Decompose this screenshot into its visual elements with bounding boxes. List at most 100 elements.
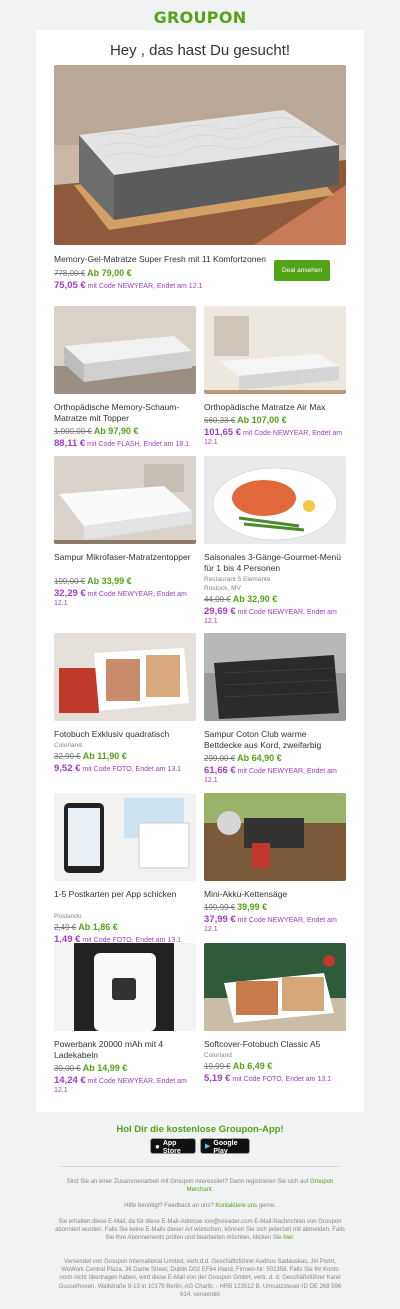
- deal-image[interactable]: [204, 793, 346, 881]
- merchant-notice: Sind Sie an einer Zusammenarbeit mit Gro…: [66, 1179, 334, 1194]
- old-price: 32,99 €: [54, 752, 81, 761]
- promo-price: 61,66 €: [204, 765, 236, 776]
- deal-image[interactable]: [54, 306, 196, 394]
- footer-divider: [60, 1166, 340, 1167]
- deal-price: 199,99 €39,99 €: [204, 902, 346, 913]
- new-price: Ab 1,86 €: [78, 922, 118, 932]
- promo-price: 101,65 €: [204, 427, 241, 438]
- email-card: Hey , das hast Du gesucht! Memory-Gel-Ma…: [36, 30, 364, 1112]
- old-price: 19,99 €: [204, 1062, 231, 1071]
- app-store-badge[interactable]: ● Download on the App Store: [150, 1136, 196, 1155]
- deal-view-button[interactable]: Deal ansehen: [274, 260, 330, 281]
- deal-image[interactable]: [54, 456, 196, 544]
- deal-promo: 61,66 € mit Code NEWYEAR, Endet am 12.1: [204, 766, 346, 785]
- deal-promo: 5,19 € mit Code FOTO, Endet am 13.1: [204, 1074, 346, 1084]
- new-price: Ab 33,99 €: [87, 576, 132, 586]
- deal-title[interactable]: Powerbank 20000 mAh mit 4 Ladekabeln: [54, 1039, 196, 1061]
- featured-deal-promo: 75,05 € mit Code NEWYEAR, Endet am 12.1: [54, 281, 269, 291]
- old-price: 2,49 €: [54, 923, 77, 932]
- deal-image[interactable]: [204, 633, 346, 721]
- featured-deal-title[interactable]: Memory-Gel-Matratze Super Fresh mit 11 K…: [54, 254, 269, 265]
- deal-title[interactable]: Sampur Coton Club warme Bettdecke aus Ko…: [204, 729, 346, 751]
- new-price: Ab 32,90 €: [232, 594, 278, 604]
- deal-price: 199,00 € Ab 33,99 €: [54, 576, 196, 587]
- featured-deal-price: 778,00 € Ab 79,00 €: [54, 268, 269, 279]
- play-icon: ▶: [205, 1143, 211, 1150]
- new-price: Ab 97,90 €: [93, 426, 139, 436]
- deal-vendor: Restaurant 5 Elemente: [204, 576, 271, 583]
- deal-title[interactable]: Mini-Akku-Kettensäge: [204, 889, 346, 900]
- deal-title[interactable]: Orthopädische Matratze Air Max: [204, 402, 346, 413]
- deal-image[interactable]: [54, 793, 196, 881]
- deal-price: 1.000,00 € Ab 97,90 €: [54, 426, 196, 437]
- subscriptions-link[interactable]: hier: [283, 1235, 293, 1241]
- app-heading: Hol Dir die kostenlose Groupon-App!: [116, 1124, 284, 1135]
- appstore-big-text: App Store: [162, 1140, 181, 1155]
- deal-price: 2,49 € Ab 1,86 €: [54, 922, 196, 933]
- merchant-text: Sind Sie an einer Zusammenarbeit mit Gro…: [66, 1179, 309, 1185]
- promo-text: mit Code FLASH, Endet am 18.1: [87, 441, 190, 448]
- promo-text: mit Code NEWYEAR, Endet am 12.1: [87, 283, 203, 290]
- promo-text: mit Code FOTO, Endet am 13.1: [232, 1076, 332, 1083]
- deal-price: 32,99 € Ab 11,90 €: [54, 751, 196, 762]
- deal-promo: 29,69 € mit Code NEWYEAR, Endet am 12.1: [204, 607, 346, 626]
- new-price: Ab 79,00 €: [87, 268, 132, 278]
- promo-price: 14,24 €: [54, 1075, 86, 1086]
- help-notice: Hilfe benötigt? Feedback an uns? Kontakt…: [55, 1202, 345, 1210]
- promo-price: 9,52 €: [54, 763, 81, 774]
- promo-price: 75,05 €: [54, 280, 86, 291]
- promo-price: 5,19 €: [204, 1073, 231, 1084]
- unsubscribe-notice: Sie erhalten diese E-Mail, da für diese …: [55, 1219, 345, 1242]
- deal-price: 19,99 € Ab 6,49 €: [204, 1061, 346, 1072]
- old-price: 660,33 €: [204, 416, 236, 425]
- deal-title[interactable]: Saisonales 3-Gänge-Gourmet-Menü für 1 bi…: [204, 552, 346, 574]
- groupon-logo[interactable]: GROUPON: [0, 8, 400, 27]
- deal-price: 44,00 € Ab 32,90 €: [204, 594, 346, 605]
- deal-promo: 32,29 € mit Code NEWYEAR, Endet am 12.1: [54, 589, 196, 608]
- deal-image[interactable]: [204, 943, 346, 1031]
- deal-image[interactable]: [54, 943, 196, 1031]
- help-post-text: gerne.: [258, 1203, 276, 1209]
- apple-icon: ●: [155, 1141, 160, 1151]
- deal-title[interactable]: Softcover-Fotobuch Classic A5: [204, 1039, 346, 1050]
- promo-price: 29,69 €: [204, 606, 236, 617]
- deal-price: 299,00 € Ab 64,90 €: [204, 753, 346, 764]
- deal-title[interactable]: 1-5 Postkarten per App schicken: [54, 889, 196, 900]
- old-price: 199,99 €: [204, 903, 236, 912]
- help-text: Hilfe benötigt? Feedback an uns?: [124, 1203, 214, 1209]
- legal-notice: Versendet von Groupon International Limi…: [58, 1259, 342, 1298]
- new-price: Ab 64,90 €: [237, 753, 282, 763]
- deal-vendor: Colorland: [204, 1052, 232, 1059]
- old-price: 44,00 €: [204, 595, 231, 604]
- deal-promo: 37,99 € mit Code NEWYEAR, Endet am 12.1: [204, 915, 346, 934]
- new-price: Ab 14,99 €: [82, 1063, 128, 1073]
- contact-link[interactable]: Kontaktiere uns: [215, 1203, 257, 1209]
- old-price: 1.000,00 €: [54, 427, 92, 436]
- old-price: 299,00 €: [204, 754, 236, 763]
- promo-price: 88,11 €: [54, 438, 86, 449]
- featured-deal-image[interactable]: [54, 65, 346, 245]
- old-price: 39,00 €: [54, 1064, 81, 1073]
- deal-title[interactable]: Fotobuch Exklusiv quadratisch: [54, 729, 196, 740]
- deal-price: 660,33 € Ab 107,00 €: [204, 415, 346, 426]
- promo-price: 37,99 €: [204, 914, 236, 925]
- promo-price: 32,29 €: [54, 588, 86, 599]
- deal-vendor: Colorland: [54, 742, 82, 749]
- deal-promo: 88,11 € mit Code FLASH, Endet am 18.1: [54, 439, 196, 449]
- old-price: 778,00 €: [54, 269, 86, 278]
- deal-vendor: Postando: [54, 913, 82, 920]
- googleplay-big-text: Google Play: [213, 1140, 238, 1155]
- new-price: Ab 11,90 €: [82, 751, 127, 761]
- deal-promo: 9,52 € mit Code FOTO, Endet am 13.1: [54, 764, 196, 774]
- deal-promo: 101,65 € mit Code NEWYEAR, Endet am 12.1: [204, 428, 346, 447]
- deal-price: 39,00 € Ab 14,99 €: [54, 1063, 196, 1074]
- deal-title[interactable]: Orthopädische Memory-Schaum-Matratze mit…: [54, 402, 196, 424]
- google-play-badge[interactable]: ▶ GET IT ON Google Play: [200, 1136, 250, 1155]
- deal-image[interactable]: [54, 633, 196, 721]
- new-price: 39,99 €: [237, 902, 268, 912]
- deal-promo: 14,24 € mit Code NEWYEAR, Endet am 12.1: [54, 1076, 196, 1095]
- deal-image[interactable]: [204, 456, 346, 544]
- greeting-heading: Hey , das hast Du gesucht!: [109, 42, 291, 59]
- deal-title[interactable]: Sampur Mikrofaser-Matratzentopper: [54, 552, 196, 563]
- deal-image[interactable]: [204, 306, 346, 394]
